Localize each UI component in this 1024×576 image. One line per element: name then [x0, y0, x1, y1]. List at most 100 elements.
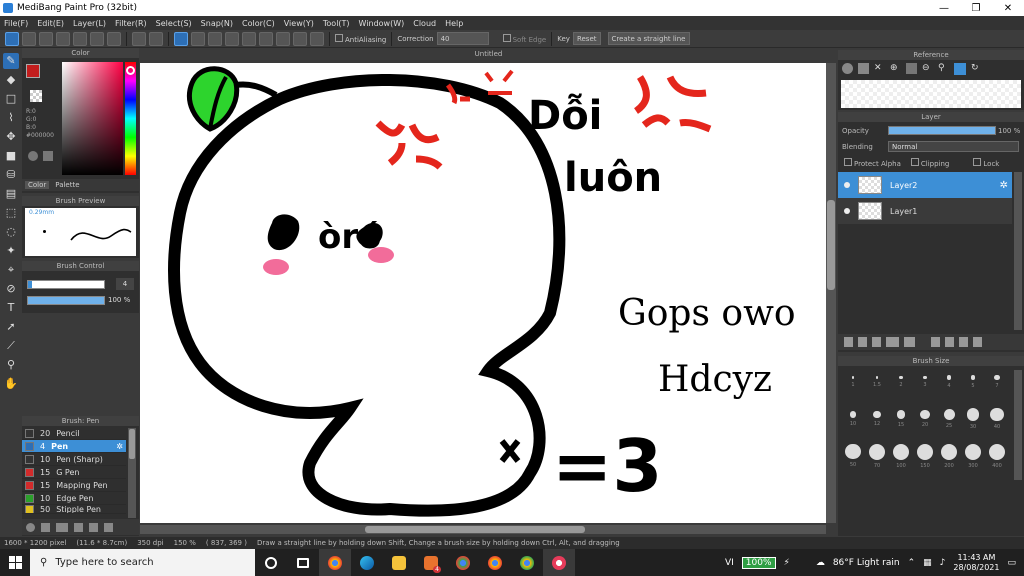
- eye-icon[interactable]: [844, 208, 850, 214]
- add-brush-icon[interactable]: [41, 522, 50, 532]
- eyedropper-tool-icon[interactable]: ⚲: [3, 357, 19, 373]
- task-view-icon[interactable]: [287, 549, 319, 576]
- operation-tool-icon[interactable]: ➚: [3, 319, 19, 335]
- network-icon[interactable]: ▦: [923, 558, 932, 568]
- brush-size-option[interactable]: 50: [840, 442, 866, 470]
- brush-item-mapping-pen[interactable]: 15 Mapping Pen: [22, 479, 126, 492]
- color-history-icon[interactable]: [43, 151, 53, 161]
- layer-opacity-slider[interactable]: [888, 126, 996, 135]
- menu-window[interactable]: Window(W): [359, 19, 405, 28]
- chevron-up-icon[interactable]: ⌃: [908, 558, 916, 568]
- brush-size-option[interactable]: 12: [864, 405, 890, 433]
- menu-edit[interactable]: Edit(E): [37, 19, 64, 28]
- chrome-profile-2-icon[interactable]: [479, 549, 511, 576]
- brush-item-pen-sharp[interactable]: 10 Pen (Sharp): [22, 453, 126, 466]
- open-reference-icon[interactable]: [858, 63, 869, 74]
- deselect-icon[interactable]: [90, 31, 104, 46]
- file-explorer-icon[interactable]: [383, 549, 415, 576]
- mail-app-icon[interactable]: 4: [415, 549, 447, 576]
- menu-layer[interactable]: Layer(L): [73, 19, 106, 28]
- select-pen-tool-icon[interactable]: ⌖: [3, 262, 19, 278]
- menu-view[interactable]: View(Y): [284, 19, 314, 28]
- select-eraser-tool-icon[interactable]: ⊘: [3, 281, 19, 297]
- vertical-scrollbar[interactable]: [826, 63, 836, 523]
- save-icon[interactable]: [56, 31, 70, 46]
- reset-button[interactable]: Reset: [572, 32, 601, 45]
- correction-select[interactable]: 40: [436, 32, 489, 45]
- menu-color[interactable]: Color(C): [242, 19, 275, 28]
- folder-icon[interactable]: [89, 522, 98, 532]
- gear-icon[interactable]: ✲: [116, 442, 123, 451]
- folder-icon[interactable]: [904, 337, 915, 347]
- brush-list-scrollbar[interactable]: [128, 428, 136, 518]
- gear-icon[interactable]: ✲: [1000, 180, 1008, 191]
- brush-size-option[interactable]: 20: [912, 405, 938, 433]
- pen-tool-icon[interactable]: ✎: [3, 53, 19, 69]
- minimize-button[interactable]: —: [928, 3, 960, 14]
- menu-tool[interactable]: Tool(T): [323, 19, 350, 28]
- cloud-icon[interactable]: [842, 63, 853, 74]
- new-8bit-layer-icon[interactable]: [872, 337, 881, 347]
- chrome-profile-3-icon[interactable]: [511, 549, 543, 576]
- eye-icon[interactable]: [844, 182, 850, 188]
- eraser-tool-icon[interactable]: ◆: [3, 72, 19, 88]
- clipping-checkbox[interactable]: Clipping: [910, 158, 949, 168]
- duplicate-icon[interactable]: [104, 522, 113, 532]
- radial-snap-icon[interactable]: [242, 31, 256, 46]
- fit-icon[interactable]: [906, 63, 917, 74]
- medibang-taskbar-icon[interactable]: [543, 549, 575, 576]
- redo-icon[interactable]: [149, 31, 163, 46]
- perspective-icon[interactable]: [310, 31, 324, 46]
- brush-size-value[interactable]: 4: [116, 278, 134, 290]
- notification-center-icon[interactable]: ▭: [1007, 558, 1016, 568]
- hand-tool-icon[interactable]: ✋: [3, 376, 19, 392]
- lock-checkbox[interactable]: Lock: [973, 158, 999, 168]
- export-icon[interactable]: [73, 31, 87, 46]
- zoom-out-icon[interactable]: ⊖: [922, 63, 933, 74]
- brush-size-option[interactable]: 1: [840, 368, 866, 396]
- chrome-taskbar-icon[interactable]: [319, 549, 351, 576]
- rotate-icon[interactable]: ↻: [971, 63, 982, 74]
- menu-select[interactable]: Select(S): [156, 19, 192, 28]
- eyedropper-icon[interactable]: ⚲: [938, 63, 949, 74]
- primary-color-swatch[interactable]: [26, 64, 40, 78]
- brush-size-slider[interactable]: [27, 280, 105, 289]
- drawing-canvas[interactable]: òró Dỗi luôn Gops owo Hdcyz =3: [140, 63, 826, 523]
- parallel-snap-icon[interactable]: [191, 31, 205, 46]
- hue-handle[interactable]: [126, 66, 135, 75]
- divide-tool-icon[interactable]: ⟋: [3, 338, 19, 354]
- lasso-tool-icon[interactable]: ◌: [3, 224, 19, 240]
- brush-size-option[interactable]: 15: [888, 405, 914, 433]
- copy-brush-icon[interactable]: [74, 522, 83, 532]
- chrome-profile-icon[interactable]: [447, 549, 479, 576]
- menu-snap[interactable]: Snap(N): [201, 19, 233, 28]
- document-tab[interactable]: Untitled: [140, 48, 837, 60]
- fill-rect-tool-icon[interactable]: ■: [3, 148, 19, 164]
- settings-icon[interactable]: [293, 31, 307, 46]
- bucket-tool-icon[interactable]: ⛁: [3, 167, 19, 183]
- brush-size-option[interactable]: 25: [936, 405, 962, 433]
- menu-filter[interactable]: Filter(R): [115, 19, 147, 28]
- weather-text[interactable]: 86°F Light rain: [833, 558, 900, 568]
- vertical-scroll-thumb[interactable]: [827, 200, 835, 290]
- brush-size-option[interactable]: 70: [864, 442, 890, 470]
- move-tool-icon[interactable]: ✥: [3, 129, 19, 145]
- brush-tool-icon[interactable]: ⌇: [3, 110, 19, 126]
- tab-color[interactable]: Color: [25, 181, 50, 189]
- tab-palette[interactable]: Palette: [55, 181, 79, 189]
- new-layer-icon[interactable]: [844, 337, 853, 347]
- layer-scrollbar[interactable]: [1014, 172, 1022, 330]
- hue-slider[interactable]: [125, 62, 136, 175]
- battery-indicator[interactable]: 100%: [741, 556, 776, 569]
- layer-item-layer2[interactable]: Layer2 ✲: [838, 172, 1012, 198]
- open-file-icon[interactable]: [39, 31, 53, 46]
- magic-wand-tool-icon[interactable]: ✦: [3, 243, 19, 259]
- brush-size-option[interactable]: 1.5: [864, 368, 890, 396]
- brush-size-option[interactable]: 2: [888, 368, 914, 396]
- add-layer-menu-icon[interactable]: [886, 337, 899, 347]
- clock[interactable]: 11:43 AM 28/08/2021: [953, 553, 999, 573]
- close-button[interactable]: ✕: [992, 3, 1024, 14]
- brush-size-option[interactable]: 4: [936, 368, 962, 396]
- brush-size-option[interactable]: 40: [984, 405, 1010, 433]
- menu-file[interactable]: File(F): [4, 19, 28, 28]
